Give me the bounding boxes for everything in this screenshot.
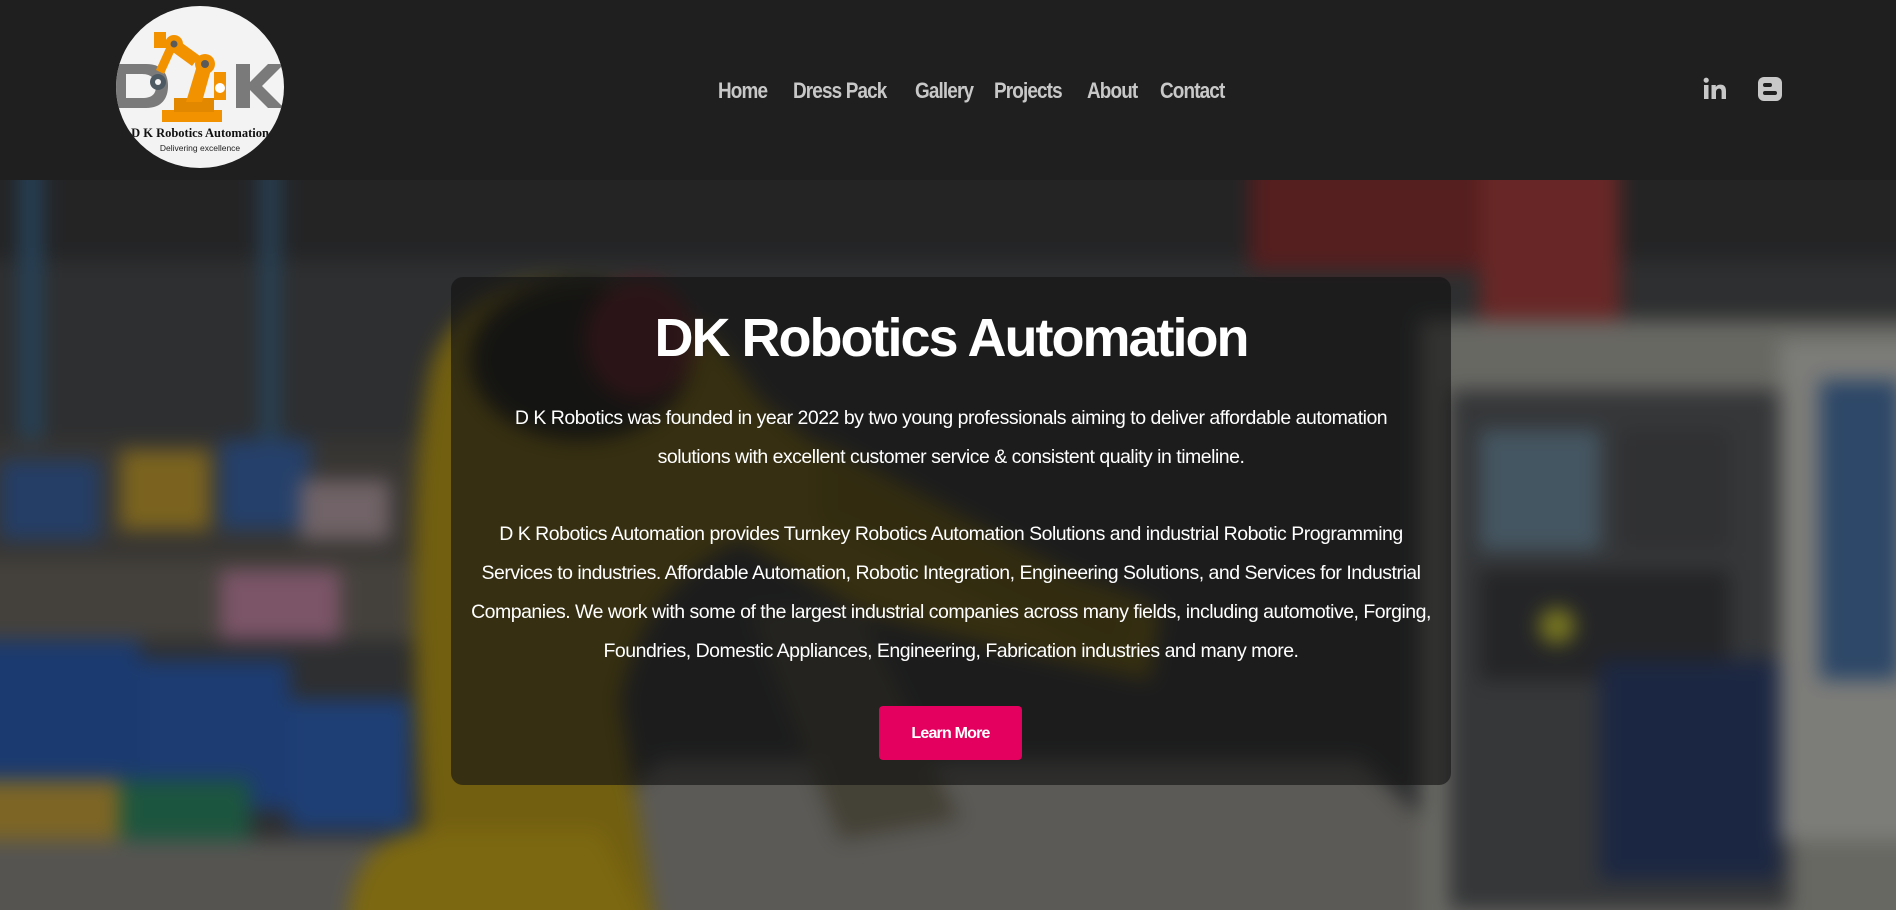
hero-intro-paragraph: D K Robotics was founded in year 2022 by… [514,407,1388,468]
nav-projects[interactable]: Projects [994,78,1063,104]
linkedin-icon[interactable] [1702,76,1728,102]
site-header: D K Robotics Automation Delivering excel… [0,0,1896,180]
hero-section: DK Robotics Automation D K Robotics was … [0,180,1896,910]
robot-arm-logo-icon [116,32,284,122]
nav-about[interactable]: About [1087,78,1138,104]
main-nav: Home Dress Pack Gallery Projects About C… [718,74,1265,108]
logo-company-name: D K Robotics Automation [131,126,269,140]
hero-services-paragraph: D K Robotics Automation provides Turnkey… [471,523,1431,662]
page: DK Robotics Automation D K Robotics was … [0,0,1896,910]
logo-tagline: Delivering excellence [159,143,241,153]
blogger-icon[interactable] [1757,76,1783,102]
nav-dress-pack[interactable]: Dress Pack [793,78,887,104]
hero-card: DK Robotics Automation D K Robotics was … [451,277,1451,785]
nav-home[interactable]: Home [718,78,768,104]
learn-more-button[interactable]: Learn More [879,706,1022,760]
logo[interactable]: D K Robotics Automation Delivering excel… [116,6,284,168]
nav-gallery[interactable]: Gallery [915,78,974,104]
nav-contact[interactable]: Contact [1160,78,1225,104]
hero-title: DK Robotics Automation [654,308,1250,368]
